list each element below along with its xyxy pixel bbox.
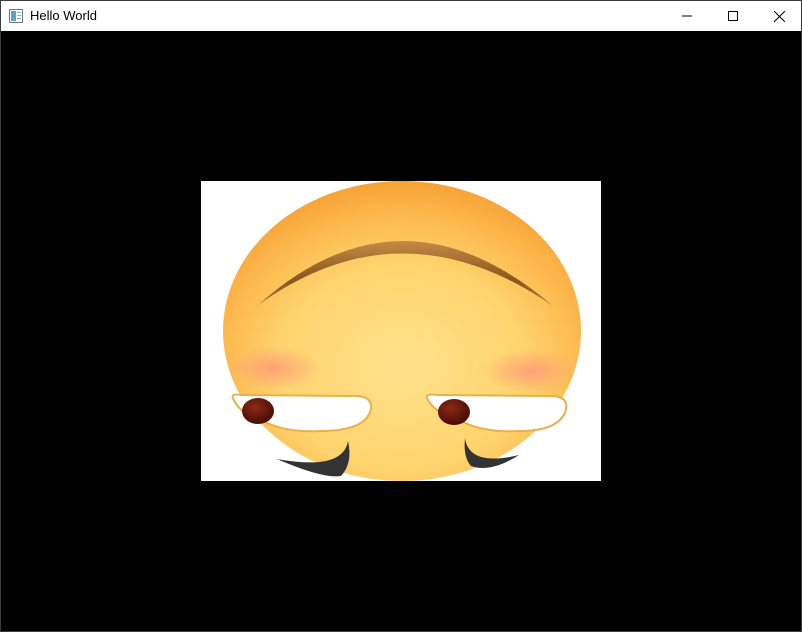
client-area (1, 31, 801, 631)
window-app-icon (9, 9, 23, 23)
window-title: Hello World (30, 8, 97, 23)
minimize-icon (682, 11, 692, 21)
close-icon (773, 10, 785, 22)
minimize-button[interactable] (664, 1, 710, 31)
app-window: Hello World (0, 0, 802, 632)
maximize-button[interactable] (710, 1, 756, 31)
title-bar[interactable]: Hello World (1, 1, 801, 31)
upside-down-blushing-emoji-icon (201, 181, 601, 481)
emoji-image (201, 181, 601, 481)
close-button[interactable] (756, 1, 802, 31)
maximize-icon (728, 11, 738, 21)
